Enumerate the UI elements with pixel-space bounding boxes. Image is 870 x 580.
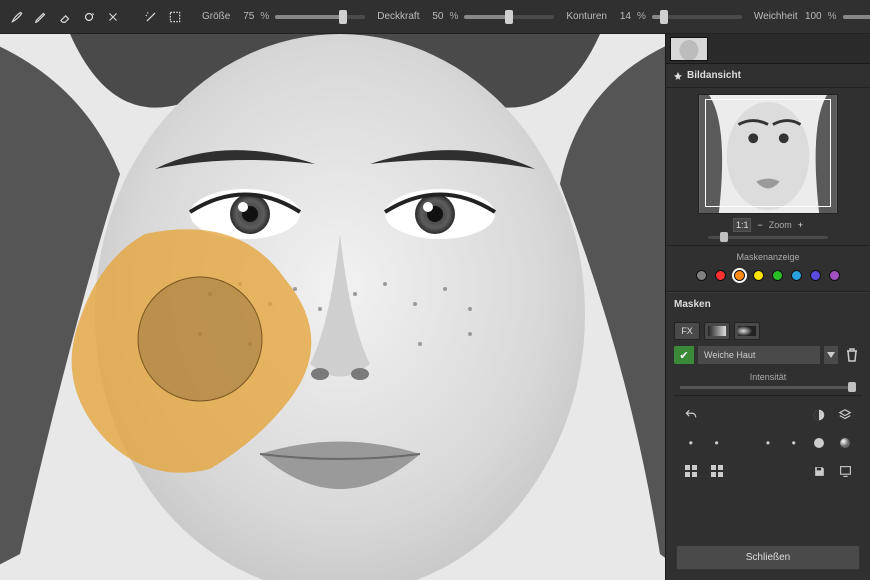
- zoom-fit-icon[interactable]: 1:1: [733, 218, 752, 232]
- placeholder-5: [729, 434, 755, 452]
- contours-value: 14: [613, 11, 631, 22]
- placeholder-4: [781, 406, 807, 424]
- contours-slider-group: Konturen 14 %: [566, 11, 742, 22]
- mask-color-blue[interactable]: [810, 270, 821, 281]
- contrast-button[interactable]: [807, 406, 833, 424]
- pin-icon: [674, 72, 682, 80]
- softness-value: 100: [804, 11, 822, 22]
- placeholder-2: [729, 406, 755, 424]
- mask-delete-button[interactable]: [842, 346, 862, 364]
- placeholder-7: [755, 462, 781, 480]
- navigator-title: Bildansicht: [687, 70, 741, 81]
- grid-tool-1[interactable]: [678, 462, 704, 480]
- opacity-value: 50: [425, 11, 443, 22]
- close-button[interactable]: Schließen: [676, 545, 860, 570]
- mask-color-purple[interactable]: [829, 270, 840, 281]
- softness-unit: %: [828, 11, 837, 22]
- placeholder-3: [755, 406, 781, 424]
- dot-tool-3[interactable]: •: [755, 434, 781, 452]
- wand-tool-button[interactable]: [140, 6, 162, 28]
- mask-color-green[interactable]: [772, 270, 783, 281]
- mask-color-dots: [674, 266, 862, 285]
- mask-select-arrow[interactable]: [824, 346, 838, 364]
- mask-selected-label: Weiche Haut: [704, 350, 755, 360]
- masks-title: Masken: [674, 299, 711, 310]
- size-value: 75: [236, 11, 254, 22]
- eraser-tool-button[interactable]: [54, 6, 76, 28]
- layers-icon[interactable]: [832, 406, 858, 424]
- grid-tool-2[interactable]: [704, 462, 730, 480]
- canvas-image: [0, 34, 665, 580]
- zoom-slider[interactable]: [708, 236, 828, 239]
- placeholder-6: [729, 462, 755, 480]
- softness-label: Weichheit: [754, 11, 798, 22]
- mask-tool-grid: • • • •: [674, 395, 862, 490]
- size-label: Größe: [202, 11, 230, 22]
- cross-tool-button[interactable]: [102, 6, 124, 28]
- dot-tool-1[interactable]: •: [678, 434, 704, 452]
- softness-slider-group: Weichheit 100 %: [754, 11, 870, 22]
- opacity-slider-group: Deckkraft 50 %: [377, 11, 554, 22]
- mask-color-orange[interactable]: [734, 270, 745, 281]
- masks-header: Masken: [666, 292, 870, 316]
- canvas[interactable]: [0, 34, 665, 580]
- filmstrip-thumb[interactable]: [670, 37, 708, 61]
- circle-tool[interactable]: [807, 434, 833, 452]
- mask-intensity-slider[interactable]: [680, 386, 856, 389]
- radial-mask-button[interactable]: [734, 322, 760, 340]
- size-slider[interactable]: [275, 15, 365, 19]
- mask-color-cyan[interactable]: [791, 270, 802, 281]
- navigator-header: Bildansicht: [666, 64, 870, 88]
- mask-color-yellow[interactable]: [753, 270, 764, 281]
- brush-tool-button[interactable]: [6, 6, 28, 28]
- opacity-label: Deckkraft: [377, 11, 419, 22]
- top-toolbar: Größe 75 % Deckkraft 50 % Konturen 14 % …: [0, 0, 870, 34]
- opacity-slider[interactable]: [464, 15, 554, 19]
- navigator-thumbnail[interactable]: [698, 94, 838, 214]
- dot-tool-2[interactable]: •: [704, 434, 730, 452]
- contours-slider[interactable]: [652, 15, 742, 19]
- mask-select[interactable]: Weiche Haut: [698, 346, 820, 364]
- dot-tool-4[interactable]: •: [781, 434, 807, 452]
- zoom-label: Zoom: [769, 220, 792, 230]
- size-unit: %: [260, 11, 269, 22]
- contours-label: Konturen: [566, 11, 607, 22]
- size-slider-group: Größe 75 %: [202, 11, 365, 22]
- fill-tool-button[interactable]: [78, 6, 100, 28]
- gradient-mask-button[interactable]: [704, 322, 730, 340]
- right-panels: Bildansicht: [665, 34, 870, 580]
- mask-color-gray[interactable]: [696, 270, 707, 281]
- undo-button[interactable]: [678, 406, 704, 424]
- marquee-tool-button[interactable]: [164, 6, 186, 28]
- fx-button[interactable]: FX: [674, 322, 700, 340]
- softness-slider[interactable]: [843, 15, 870, 19]
- pencil-tool-button[interactable]: [30, 6, 52, 28]
- filmstrip: [666, 34, 870, 64]
- placeholder-8: [781, 462, 807, 480]
- export-icon[interactable]: [832, 462, 858, 480]
- mask-color-red[interactable]: [715, 270, 726, 281]
- mask-intensity-label: Intensität: [674, 372, 862, 382]
- close-button-label: Schließen: [746, 552, 790, 563]
- save-icon[interactable]: [807, 462, 833, 480]
- chevron-down-icon: [827, 352, 835, 358]
- contours-unit: %: [637, 11, 646, 22]
- opacity-unit: %: [449, 11, 458, 22]
- mask-display-label: Maskenanzeige: [674, 252, 862, 262]
- trash-icon: [846, 348, 858, 362]
- sphere-tool[interactable]: [832, 434, 858, 452]
- mask-select-row: ✔ Weiche Haut: [674, 346, 862, 364]
- navigator-view-frame[interactable]: [705, 99, 831, 207]
- mask-visibility-toggle[interactable]: ✔: [674, 346, 694, 364]
- placeholder-1: [704, 406, 730, 424]
